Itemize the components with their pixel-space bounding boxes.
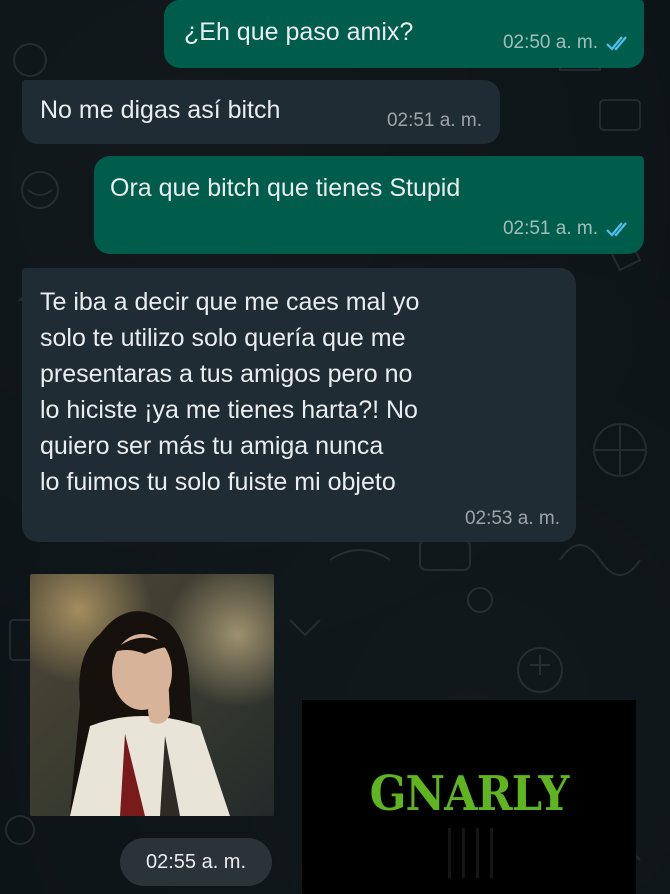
media-time-pill: 02:55 a. m. (120, 838, 272, 886)
photo-thumbnail[interactable] (30, 574, 274, 816)
message-meta: 02:51 a. m. (503, 218, 632, 240)
message-meta: 02:53 a. m. (465, 508, 560, 530)
photo-image (30, 574, 274, 816)
message-time: 02:50 a. m. (502, 32, 598, 53)
gnarly-sticker[interactable]: GNARLY (302, 700, 636, 894)
message-time: 02:51 a. m. (386, 110, 482, 131)
message-text: Ora que bitch que tienes Stupid (110, 174, 461, 202)
message-bubble-incoming[interactable]: Te iba a decir que me caes mal yo solo t… (22, 268, 576, 542)
double-check-read-icon (606, 221, 632, 237)
message-bubble-outgoing[interactable]: ¿Eh que paso amix? 02:50 a. m. (164, 0, 644, 68)
message-meta: 02:50 a. m. (503, 32, 632, 54)
message-bubble-outgoing[interactable]: Ora que bitch que tienes Stupid 02:51 a.… (94, 156, 644, 254)
message-meta: 02:51 a. m. (387, 110, 482, 132)
double-check-read-icon (606, 35, 632, 51)
sticker-text: GNARLY (369, 766, 570, 822)
message-text: ¿Eh que paso amix? (184, 18, 414, 46)
message-text: No me digas así bitch (40, 96, 281, 124)
sticker-bars (448, 828, 508, 878)
message-text: Te iba a decir que me caes mal yo solo t… (40, 288, 420, 496)
message-time: 02:51 a. m. (502, 218, 598, 239)
message-bubble-incoming[interactable]: No me digas así bitch 02:51 a. m. (22, 80, 500, 144)
message-time: 02:53 a. m. (464, 508, 560, 529)
